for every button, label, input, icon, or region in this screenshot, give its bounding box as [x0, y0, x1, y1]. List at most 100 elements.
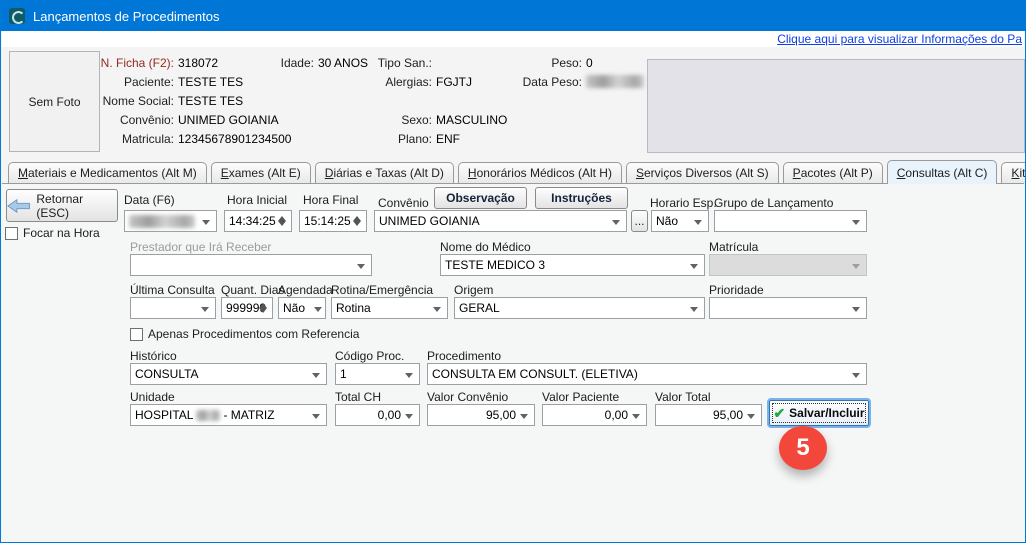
sexo-value: MASCULINO	[436, 113, 507, 127]
chevron-down-icon	[632, 414, 640, 419]
hora-inicial-spinner[interactable]: 14:34:25	[224, 210, 292, 232]
data-peso-label: Data Peso:	[502, 75, 582, 89]
prestador-label: Prestador que Irá Receber	[130, 240, 271, 254]
valor-paciente-label: Valor Paciente	[542, 390, 619, 404]
convenio-label: Convênio	[378, 196, 429, 210]
retornar-label: Retornar (ESC)	[36, 192, 117, 220]
codigo-proc-combo[interactable]: 1	[335, 363, 420, 385]
chevron-down-icon	[520, 414, 528, 419]
chevron-down-icon	[694, 220, 702, 225]
tab-0[interactable]: Materiais e Medicamentos (Alt M)	[8, 162, 207, 183]
total-ch-label: Total CH	[335, 390, 381, 404]
tab-5[interactable]: Pacotes (Alt P)	[783, 162, 883, 183]
chevron-down-icon	[747, 414, 755, 419]
horario-esp-value: Não	[656, 214, 678, 228]
rotina-emergencia-label: Rotina/Emergência	[331, 283, 433, 297]
n-ficha-label: N. Ficha (F2):	[62, 56, 174, 70]
convenio-value: UNIMED GOIANIA	[379, 214, 480, 228]
unidade-label: Unidade	[130, 390, 175, 404]
chevron-down-icon	[690, 307, 698, 312]
origem-combo[interactable]: GERAL	[454, 297, 705, 319]
patient-info-link[interactable]: Clique aqui para visualizar Informações …	[777, 32, 1022, 46]
more-options-button[interactable]: ...	[631, 210, 648, 232]
lancamentos-window: Lançamentos de Procedimentos Clique aqui…	[0, 0, 1026, 543]
ultima-consulta-combo[interactable]	[130, 297, 216, 319]
n-ficha-value: 318072	[178, 56, 218, 70]
alergias-value: FGJTJ	[436, 75, 472, 89]
nome-medico-combo[interactable]: TESTE MEDICO 3	[440, 254, 705, 276]
horario-esp-combo[interactable]: Não	[651, 210, 709, 232]
codigo-proc-value: 1	[340, 367, 347, 381]
historico-combo[interactable]: CONSULTA	[130, 363, 327, 385]
chevron-down-icon	[202, 220, 210, 225]
origem-value: GERAL	[459, 301, 500, 315]
valor-convenio-label: Valor Convênio	[427, 390, 508, 404]
spinner-down-icon[interactable]	[259, 308, 267, 313]
salvar-incluir-button[interactable]: ✔ Salvar/Incluir	[769, 400, 869, 426]
tipo-san-label: Tipo San.:	[332, 56, 432, 70]
valor-total-combo[interactable]: 95,00	[655, 404, 762, 426]
historico-label: Histórico	[130, 349, 177, 363]
valor-paciente-value: 0,00	[605, 408, 628, 422]
valor-total-value: 95,00	[713, 408, 743, 422]
origem-label: Origem	[454, 283, 493, 297]
valor-convenio-combo[interactable]: 95,00	[427, 404, 535, 426]
spinner-down-icon[interactable]	[278, 221, 286, 226]
link-strip: Clique aqui para visualizar Informações …	[2, 31, 1024, 47]
instrucoes-button[interactable]: Instruções	[535, 187, 628, 209]
total-ch-combo[interactable]: 0,00	[335, 404, 420, 426]
agendada-combo[interactable]: Não	[278, 297, 326, 319]
convenio-combo[interactable]: UNIMED GOIANIA	[374, 210, 627, 232]
focar-na-hora-checkbox[interactable]: Focar na Hora	[5, 226, 100, 240]
sexo-label: Sexo:	[332, 113, 432, 127]
quant-dias-spinner[interactable]: 999999	[221, 297, 273, 319]
title-bar[interactable]: Lançamentos de Procedimentos	[1, 1, 1025, 31]
peso-value: 0	[586, 56, 593, 70]
observacao-button[interactable]: Observação	[434, 187, 527, 209]
nome-social-value: TESTE TES	[178, 94, 243, 108]
checkbox-box-icon	[130, 328, 143, 341]
chevron-down-icon	[852, 264, 860, 269]
procedimento-value: CONSULTA EM CONSULT. (ELETIVA)	[432, 367, 638, 381]
focar-na-hora-label: Focar na Hora	[23, 226, 100, 240]
tab-strip: Materiais e Medicamentos (Alt M)Exames (…	[2, 159, 1024, 184]
tab-4[interactable]: Serviços Diversos (Alt S)	[626, 162, 779, 183]
chevron-down-icon	[357, 264, 365, 269]
agendada-value: Não	[283, 301, 305, 315]
salvar-incluir-label: Salvar/Incluir	[789, 406, 864, 420]
tab-6[interactable]: Consultas (Alt C)	[887, 160, 998, 184]
rotina-emergencia-combo[interactable]: Rotina	[331, 297, 448, 319]
plano-value: ENF	[436, 132, 460, 146]
procedimento-combo[interactable]: CONSULTA EM CONSULT. (ELETIVA)	[427, 363, 867, 385]
annotation-badge-5: 5	[779, 426, 827, 470]
prioridade-label: Prioridade	[709, 283, 764, 297]
prestador-combo[interactable]	[130, 254, 372, 276]
ultima-consulta-label: Última Consulta	[130, 283, 215, 297]
instrucoes-label: Instruções	[551, 191, 612, 205]
checkbox-box-icon	[5, 227, 18, 240]
quant-dias-label: Quant. Dias	[221, 283, 284, 297]
tab-3[interactable]: Honorários Médicos (Alt H)	[458, 162, 622, 183]
tab-1[interactable]: Exames (Alt E)	[211, 162, 311, 183]
grupo-lancamento-label: Grupo de Lançamento	[714, 196, 833, 210]
data-f6-combo[interactable]	[124, 210, 217, 232]
retornar-button[interactable]: Retornar (ESC)	[6, 189, 118, 222]
unidade-combo[interactable]: HOSPITAL - MATRIZ	[130, 404, 327, 426]
prioridade-combo[interactable]	[709, 297, 867, 319]
chevron-down-icon	[312, 414, 320, 419]
historico-value: CONSULTA	[135, 367, 199, 381]
spinner-down-icon[interactable]	[353, 221, 361, 226]
hora-final-spinner[interactable]: 15:14:25	[299, 210, 367, 232]
tab-7[interactable]: Kits (Alt K)	[1001, 162, 1026, 183]
valor-convenio-value: 95,00	[486, 408, 516, 422]
apenas-referencia-checkbox[interactable]: Apenas Procedimentos com Referencia	[130, 327, 359, 341]
idade-label: Idade:	[232, 56, 314, 70]
check-icon: ✔	[773, 405, 785, 422]
chevron-down-icon	[201, 307, 209, 312]
chevron-down-icon	[405, 373, 413, 378]
grupo-lancamento-combo[interactable]	[714, 210, 867, 232]
valor-paciente-combo[interactable]: 0,00	[542, 404, 647, 426]
tab-2[interactable]: Diárias e Taxas (Alt D)	[315, 162, 454, 183]
chevron-down-icon	[852, 220, 860, 225]
matricula-info-value: 12345678901234500	[178, 132, 291, 146]
